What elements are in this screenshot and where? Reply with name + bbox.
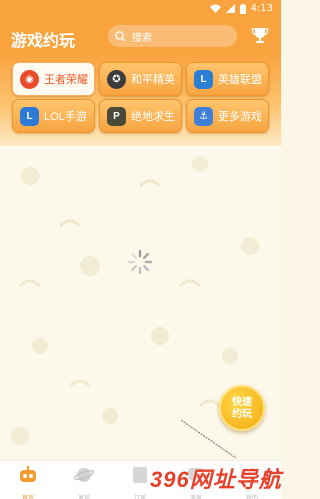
game-label: 绝地求生 — [131, 111, 175, 123]
loading-spinner-icon — [127, 249, 153, 275]
app-header: 游戏约玩 搜索 — [0, 18, 281, 54]
tab-label: 发现 — [77, 496, 90, 499]
pubg-logo-icon: P — [107, 106, 126, 126]
game-label: 王者荣耀 — [44, 74, 88, 86]
wifi-icon — [209, 4, 221, 13]
lol-mobile-logo-icon: L — [20, 106, 39, 126]
content-area: 快速 约玩 — [0, 146, 281, 460]
signal-icon — [225, 4, 235, 13]
battery-icon — [239, 3, 246, 14]
game-label: 英雄联盟 — [218, 74, 262, 86]
wangzhe-logo-icon: ◉ — [20, 69, 39, 89]
game-label: 和平精英 — [131, 74, 175, 86]
more-games-icon: ⚓ — [194, 106, 213, 126]
status-time: 4:13 — [250, 3, 273, 14]
heping-logo-icon: ✪ — [107, 69, 126, 89]
tab-discover[interactable]: 发现 — [56, 461, 112, 499]
game-category-grid: ◉ 王者荣耀 ✪ 和平精英 L 英雄联盟 L LOL手游 P 绝地求生 ⚓ 更多… — [0, 54, 281, 146]
search-placeholder: 搜索 — [132, 32, 152, 44]
game-lol-mobile-button[interactable]: L LOL手游 — [12, 99, 95, 133]
game-lol-button[interactable]: L 英雄联盟 — [186, 62, 269, 96]
status-bar: 4:13 — [0, 0, 281, 18]
planet-icon — [73, 468, 95, 482]
status-icons: 4:13 — [209, 3, 273, 14]
order-icon — [133, 467, 147, 483]
page-title: 游戏约玩 — [11, 33, 76, 50]
game-label: 更多游戏 — [218, 111, 262, 123]
search-icon — [115, 30, 126, 42]
lol-logo-icon: L — [194, 69, 213, 89]
fab-line1: 快速 — [232, 397, 252, 408]
trophy-icon[interactable] — [251, 26, 269, 44]
game-label: LOL手游 — [44, 111, 87, 123]
search-input[interactable]: 搜索 — [108, 25, 237, 47]
game-pubg-button[interactable]: P 绝地求生 — [99, 99, 182, 133]
home-icon — [20, 466, 36, 482]
fab-line2: 约玩 — [232, 409, 252, 420]
watermark-text: 396网址导航 — [150, 467, 282, 492]
quick-play-button[interactable]: 快速 约玩 — [219, 385, 265, 431]
tab-home[interactable]: 首页 — [0, 461, 56, 499]
game-more-button[interactable]: ⚓ 更多游戏 — [186, 99, 269, 133]
game-heping-button[interactable]: ✪ 和平精英 — [99, 62, 182, 96]
tab-label: 首页 — [21, 496, 34, 499]
game-wangzhe-button[interactable]: ◉ 王者荣耀 — [12, 62, 95, 96]
